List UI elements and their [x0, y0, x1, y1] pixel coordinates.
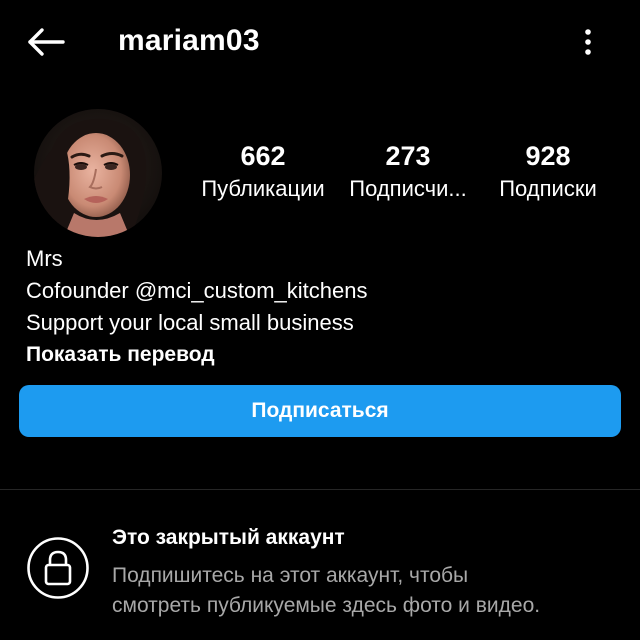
stat-followers-count: 273 [385, 141, 431, 171]
back-button[interactable] [18, 20, 74, 64]
stat-posts-label: Публикации [201, 176, 325, 201]
stat-posts-count: 662 [240, 141, 286, 171]
private-account-description: Подпишитесь на этот аккаунт, чтобы смотр… [112, 561, 612, 621]
stat-followers[interactable]: 273 Подписчи... [340, 138, 476, 204]
follow-button[interactable]: Подписаться [19, 385, 621, 437]
show-translation-link[interactable]: Показать перевод [26, 339, 616, 371]
bio-line-1: Cofounder @mci_custom_kitchens [26, 278, 368, 303]
arrow-left-icon [28, 28, 65, 56]
private-desc-line-2: смотреть публикуемые здесь фото и видео. [112, 594, 541, 617]
bio-line-2: Support your local small business [26, 310, 354, 335]
stat-followers-label: Подписчи... [349, 176, 467, 201]
profile-bio: Mrs Cofounder @mci_custom_kitchens Suppo… [26, 243, 616, 371]
profile-stats: 662 Публикации 273 Подписчи... 928 Подпи… [190, 138, 610, 218]
section-divider [0, 489, 640, 490]
bio-name: Mrs [26, 246, 63, 271]
top-bar: mariam03 [0, 0, 640, 82]
private-desc-line-1: Подпишитесь на этот аккаунт, чтобы [112, 564, 469, 587]
lock-icon [27, 537, 89, 599]
more-options-button[interactable] [566, 20, 610, 64]
stat-following[interactable]: 928 Подписки [488, 138, 608, 204]
vertical-dots-icon [585, 29, 591, 55]
stat-posts[interactable]: 662 Публикации [192, 138, 334, 204]
private-account-title: Это закрытый аккаунт [112, 526, 345, 549]
stat-following-count: 928 [525, 141, 571, 171]
avatar[interactable] [34, 109, 162, 237]
stat-following-label: Подписки [499, 176, 597, 201]
profile-username: mariam03 [118, 24, 260, 57]
profile-photo [34, 109, 162, 237]
